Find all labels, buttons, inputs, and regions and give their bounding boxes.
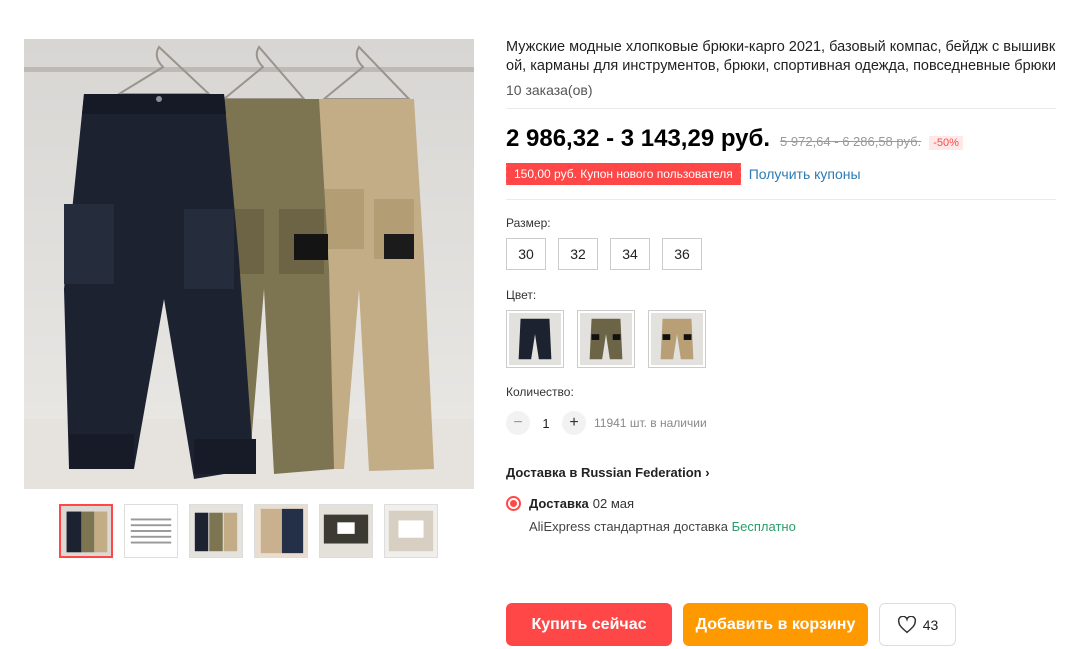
get-coupons-link[interactable]: Получить купоны — [749, 166, 861, 182]
thumbnail-2[interactable] — [124, 504, 178, 558]
thumbnail-4[interactable] — [254, 504, 308, 558]
shipping-method: AliExpress стандартная доставка Бесплатн… — [529, 519, 1056, 534]
shipping-free-label: Бесплатно — [731, 519, 796, 534]
shipping-date: 02 мая — [592, 496, 635, 511]
stock-count: 11941 шт. в наличии — [594, 416, 707, 430]
product-info: Мужские модные хлопковые брюки-карго 202… — [504, 38, 1056, 534]
coupon-row: 150,00 руб. Купон нового пользователя По… — [504, 163, 1056, 185]
size-options: 30 32 34 36 — [506, 238, 1056, 270]
quantity-stepper: − 1 + 11941 шт. в наличии — [506, 411, 1056, 435]
shipping-method-name: AliExpress стандартная доставка — [529, 519, 728, 534]
thumbnail-5[interactable] — [319, 504, 373, 558]
size-label: Размер: — [506, 216, 551, 230]
size-option-30[interactable]: 30 — [506, 238, 546, 270]
discount-badge: -50% — [929, 136, 963, 150]
chevron-right-icon: › — [705, 465, 710, 480]
thumbnail-6[interactable] — [384, 504, 438, 558]
shipping-option[interactable]: Доставка 02 мая — [506, 496, 1056, 511]
color-option-khaki[interactable] — [648, 310, 706, 368]
quantity-value[interactable]: 1 — [530, 416, 562, 431]
divider — [506, 108, 1056, 109]
size-option-32[interactable]: 32 — [558, 238, 598, 270]
thumbnail-3[interactable] — [189, 504, 243, 558]
main-product-image[interactable] — [24, 39, 474, 489]
quantity-label: Количество: — [506, 385, 574, 399]
product-title: Мужские модные хлопковые брюки-карго 202… — [506, 39, 1056, 74]
shipping-destination-link[interactable]: Доставка в Russian Federation › — [506, 465, 1056, 480]
price-row: 2 986,32 - 3 143,29 руб. 5 972,64 - 6 28… — [506, 125, 1056, 153]
size-option-34[interactable]: 34 — [610, 238, 650, 270]
divider — [506, 199, 1056, 200]
shipping-name: Доставка — [529, 496, 589, 511]
quantity-plus-button[interactable]: + — [562, 411, 586, 435]
color-option-olive[interactable] — [577, 310, 635, 368]
heart-icon — [897, 615, 917, 634]
orders-count: 10 заказа(ов) — [506, 82, 593, 98]
add-to-cart-button[interactable]: Добавить в корзину — [683, 603, 868, 646]
action-buttons: Купить сейчас Добавить в корзину 43 — [506, 603, 956, 646]
coupon-badge: 150,00 руб. Купон нового пользователя — [504, 163, 741, 185]
size-option-36[interactable]: 36 — [662, 238, 702, 270]
shipping-destination-text: Доставка в Russian Federation — [506, 465, 702, 480]
color-option-black[interactable] — [506, 310, 564, 368]
buy-now-button[interactable]: Купить сейчас — [506, 603, 672, 646]
old-price: 5 972,64 - 6 286,58 руб. — [780, 134, 922, 149]
color-options — [506, 310, 1056, 368]
wishlist-button[interactable]: 43 — [879, 603, 956, 646]
color-label: Цвет: — [506, 288, 537, 302]
thumbnail-1[interactable] — [59, 504, 113, 558]
quantity-minus-button[interactable]: − — [506, 411, 530, 435]
radio-selected-icon[interactable] — [506, 496, 521, 511]
price: 2 986,32 - 3 143,29 руб. — [506, 125, 771, 152]
thumbnail-strip — [59, 504, 438, 558]
wishlist-count: 43 — [922, 616, 939, 633]
